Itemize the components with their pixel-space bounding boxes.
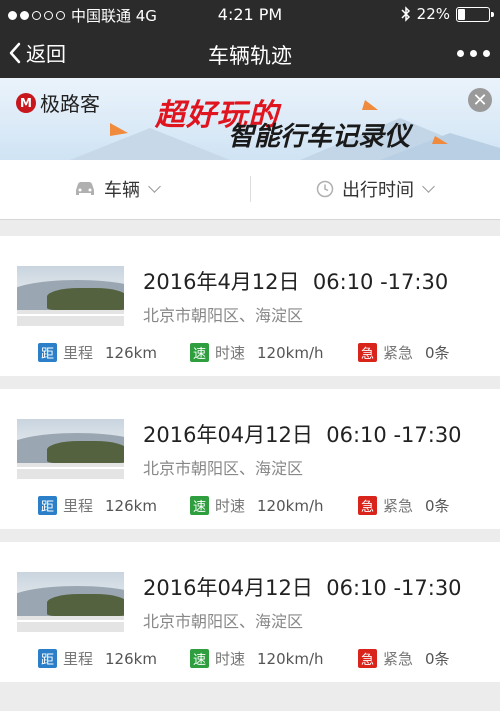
speed-stat: 速 时速 120km/h <box>190 495 324 516</box>
brand-logo: M 极路客 <box>16 88 100 117</box>
speed-badge-icon: 速 <box>190 343 209 362</box>
distance-label: 里程 <box>63 497 94 515</box>
more-dot-icon <box>470 50 477 57</box>
distance-label: 里程 <box>63 344 94 362</box>
trip-date: 2016年04月12日 06:10 -17:30 <box>143 419 462 449</box>
vehicle-filter-label: 车辆 <box>104 180 140 201</box>
trip-time-range: 06:10 -17:30 <box>326 576 462 600</box>
urgent-label: 紧急 <box>383 344 414 362</box>
trip-card[interactable]: 2016年04月12日 06:10 -17:30 北京市朝阳区、海淀区 距 里程… <box>0 389 500 529</box>
status-bar: 中国联通 4G 4:21 PM 22% <box>0 0 500 28</box>
distance-badge-icon: 距 <box>38 649 57 668</box>
page-title: 车辆轨迹 <box>208 44 292 68</box>
trip-location: 北京市朝阳区、海淀区 <box>143 459 304 478</box>
trip-thumbnail <box>17 266 124 326</box>
travel-time-filter-label: 出行时间 <box>342 180 414 201</box>
speed-stat: 速 时速 120km/h <box>190 648 324 669</box>
travel-time-filter[interactable]: 出行时间 <box>316 176 435 202</box>
urgent-badge-icon: 急 <box>358 496 377 515</box>
trip-list: 2016年4月12日 06:10 -17:30 北京市朝阳区、海淀区 距 里程 … <box>0 236 500 695</box>
navigation-bar: 返回 车辆轨迹 <box>0 28 500 78</box>
urgent-value: 0条 <box>425 497 450 515</box>
battery-level <box>458 8 466 20</box>
urgent-label: 紧急 <box>383 650 414 668</box>
trip-date-day: 2016年4月12日 <box>143 270 300 294</box>
trip-time-range: 06:10 -17:30 <box>312 270 449 294</box>
more-dot-icon <box>483 50 490 57</box>
speed-value: 120km/h <box>257 343 324 362</box>
battery-percent: 22% <box>416 5 450 23</box>
filter-bar: 车辆 出行时间 <box>0 160 500 220</box>
speed-value: 120km/h <box>257 496 324 515</box>
trip-location: 北京市朝阳区、海淀区 <box>143 612 304 631</box>
clock-icon <box>316 180 334 198</box>
speed-badge-icon: 速 <box>190 496 209 515</box>
more-dot-icon <box>457 50 464 57</box>
urgent-value: 0条 <box>425 344 450 362</box>
chevron-down-icon <box>422 180 435 193</box>
distance-badge-icon: 距 <box>38 496 57 515</box>
distance-stat: 距 里程 126km <box>38 648 157 669</box>
distance-stat: 距 里程 126km <box>38 495 157 516</box>
trip-thumbnail <box>17 419 124 479</box>
trip-stats: 距 里程 126km 速 时速 120km/h 急 紧急 0条 <box>38 648 498 670</box>
trip-stats: 距 里程 126km 速 时速 120km/h 急 紧急 0条 <box>38 495 498 517</box>
chevron-down-icon <box>148 180 161 193</box>
trip-date-day: 2016年04月12日 <box>143 576 313 600</box>
speed-value: 120km/h <box>257 649 324 668</box>
urgent-stat: 急 紧急 0条 <box>358 495 450 516</box>
speed-badge-icon: 速 <box>190 649 209 668</box>
brand-name: 极路客 <box>40 92 100 116</box>
trip-date-day: 2016年04月12日 <box>143 423 313 447</box>
bluetooth-icon <box>401 6 410 22</box>
vehicle-filter[interactable]: 车辆 <box>74 176 161 202</box>
speed-label: 时速 <box>215 650 246 668</box>
urgent-badge-icon: 急 <box>358 649 377 668</box>
urgent-value: 0条 <box>425 650 450 668</box>
speed-label: 时速 <box>215 497 246 515</box>
battery-icon <box>456 6 494 22</box>
urgent-stat: 急 紧急 0条 <box>358 342 450 363</box>
brand-mark-icon: M <box>16 92 36 113</box>
distance-badge-icon: 距 <box>38 343 57 362</box>
urgent-badge-icon: 急 <box>358 343 377 362</box>
urgent-stat: 急 紧急 0条 <box>358 648 450 669</box>
distance-stat: 距 里程 126km <box>38 342 157 363</box>
trip-time-range: 06:10 -17:30 <box>326 423 462 447</box>
distance-value: 126km <box>105 649 157 668</box>
car-icon <box>76 182 94 195</box>
more-options-button[interactable] <box>457 50 490 57</box>
promo-banner[interactable]: M 极路客 超好玩的 智能行车记录仪 ✕ <box>0 78 500 160</box>
close-icon: ✕ <box>472 89 488 111</box>
banner-slogan-secondary: 智能行车记录仪 <box>228 122 411 152</box>
trip-date: 2016年4月12日 06:10 -17:30 <box>143 266 448 296</box>
status-indicators: 22% <box>401 5 494 23</box>
filter-divider <box>250 176 251 202</box>
trip-location: 北京市朝阳区、海淀区 <box>143 306 304 325</box>
urgent-label: 紧急 <box>383 497 414 515</box>
distance-label: 里程 <box>63 650 94 668</box>
speed-stat: 速 时速 120km/h <box>190 342 324 363</box>
trip-date: 2016年04月12日 06:10 -17:30 <box>143 572 462 602</box>
trip-card[interactable]: 2016年4月12日 06:10 -17:30 北京市朝阳区、海淀区 距 里程 … <box>0 236 500 376</box>
distance-value: 126km <box>105 343 157 362</box>
trip-thumbnail <box>17 572 124 632</box>
speed-label: 时速 <box>215 344 246 362</box>
trip-stats: 距 里程 126km 速 时速 120km/h 急 紧急 0条 <box>38 342 498 364</box>
close-banner-button[interactable]: ✕ <box>468 88 492 112</box>
trip-card[interactable]: 2016年04月12日 06:10 -17:30 北京市朝阳区、海淀区 距 里程… <box>0 542 500 682</box>
distance-value: 126km <box>105 496 157 515</box>
